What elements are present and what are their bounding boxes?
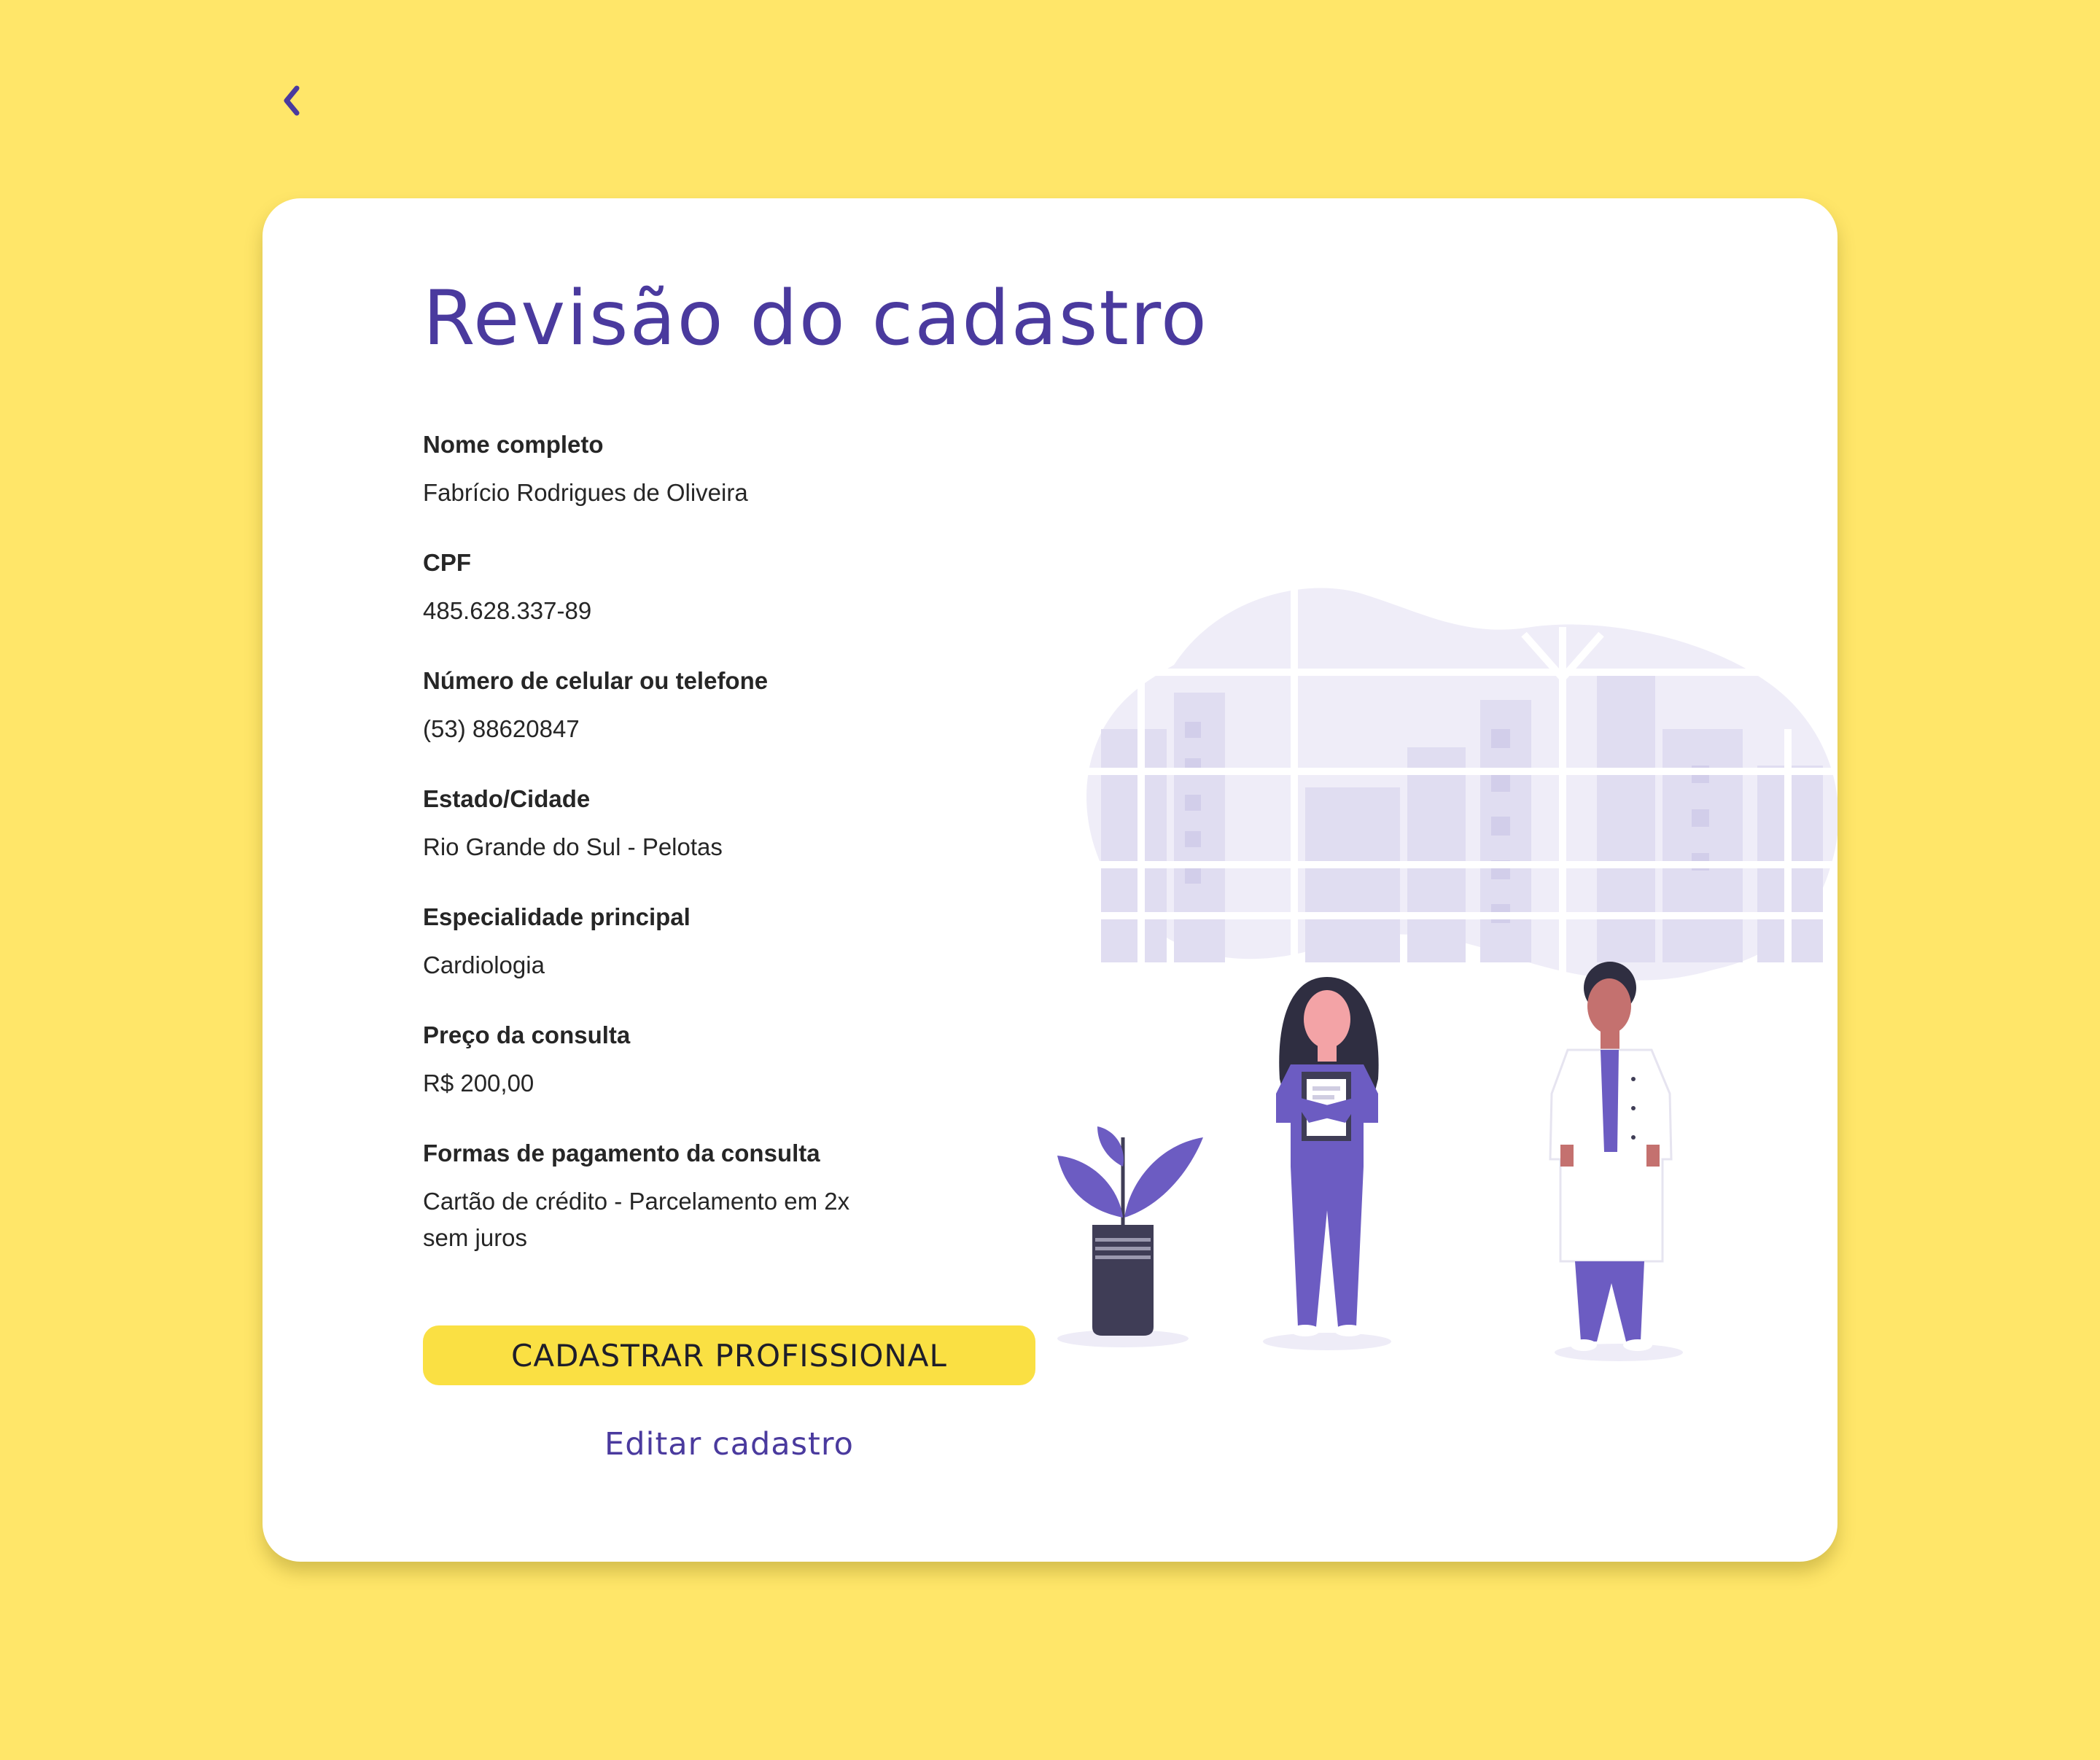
field-value: (53) 88620847	[423, 715, 580, 742]
doctor-figure	[1549, 962, 1673, 1351]
field-value: Rio Grande do Sul - Pelotas	[423, 833, 723, 860]
field-label: Formas de pagamento da consulta	[423, 1140, 820, 1167]
field-value: 485.628.337-89	[423, 597, 592, 624]
plant	[1057, 1126, 1203, 1336]
field-label: Estado/Cidade	[423, 785, 591, 812]
doctors-illustration	[1057, 583, 1838, 1361]
review-card: Revisão do cadastro Nome completo Fabríc…	[262, 198, 1838, 1562]
field-full-name: Nome completo Fabrício Rodrigues de Oliv…	[423, 428, 948, 511]
field-label: Nome completo	[423, 431, 604, 458]
field-value: Cardiologia	[423, 951, 545, 978]
field-label: CPF	[423, 549, 471, 576]
field-specialty: Especialidade principal Cardiologia	[423, 900, 948, 984]
edit-registration-link[interactable]: Editar cadastro	[423, 1426, 1035, 1463]
field-value: Fabrício Rodrigues de Oliveira	[423, 479, 748, 506]
chevron-left-icon	[284, 85, 300, 116]
field-cpf: CPF 485.628.337-89	[423, 546, 948, 629]
page-title: Revisão do cadastro	[423, 275, 1208, 362]
review-fields: Nome completo Fabrício Rodrigues de Oliv…	[423, 428, 948, 1291]
field-value: R$ 200,00	[423, 1070, 534, 1097]
field-value: Cartão de crédito - Parcelamento em 2x s…	[423, 1188, 850, 1251]
field-price: Preço da consulta R$ 200,00	[423, 1019, 948, 1102]
register-professional-button[interactable]: CADASTRAR PROFISSIONAL	[423, 1325, 1035, 1385]
nurse-figure	[1276, 977, 1379, 1336]
field-state-city: Estado/Cidade Rio Grande do Sul - Pelota…	[423, 782, 948, 865]
field-label: Especialidade principal	[423, 903, 691, 930]
field-label: Número de celular ou telefone	[423, 667, 769, 694]
field-payment-methods: Formas de pagamento da consulta Cartão d…	[423, 1137, 948, 1256]
field-phone: Número de celular ou telefone (53) 88620…	[423, 664, 948, 747]
field-label: Preço da consulta	[423, 1021, 631, 1048]
back-button[interactable]	[273, 82, 311, 120]
